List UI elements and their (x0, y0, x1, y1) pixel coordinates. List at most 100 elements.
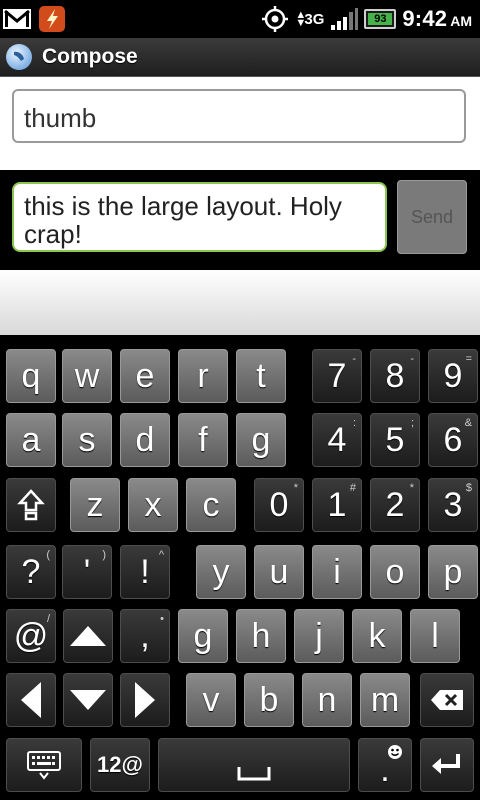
key-label: s (78, 420, 96, 459)
key-row5-6[interactable]: l (410, 609, 460, 663)
key-row5-5[interactable]: k (352, 609, 402, 663)
key-row4-0[interactable]: ?( (6, 545, 56, 599)
signal-icon (330, 7, 359, 31)
key-row4-7[interactable]: p (428, 545, 478, 599)
arrow-right-icon (132, 680, 158, 720)
keyboard-settings-key[interactable] (6, 738, 82, 792)
key-row3-1[interactable]: x (128, 478, 178, 532)
key-label: b (259, 680, 279, 719)
key-label: i (333, 552, 341, 591)
key-label: 0 (269, 485, 289, 524)
key-label: m (370, 680, 400, 719)
key-label: t (256, 356, 266, 395)
symbols-mode-key[interactable]: 12@ (90, 738, 150, 792)
arrow-down-key[interactable] (63, 673, 113, 727)
app-logo-icon (6, 44, 32, 70)
key-label: x (144, 485, 162, 524)
key-row4-5[interactable]: i (312, 545, 362, 599)
key-row3-3[interactable]: 0 * (254, 478, 304, 532)
space-icon (236, 745, 272, 785)
gps-icon (261, 5, 289, 33)
key-label: g (251, 420, 271, 459)
message-input[interactable]: this is the large layout. Holy crap! (12, 182, 387, 252)
key-row2-5[interactable]: 4: (312, 413, 362, 467)
keyboard-icon (26, 750, 62, 780)
key-row2-0[interactable]: a (6, 413, 56, 467)
key-row1-6[interactable]: 8- (370, 349, 420, 403)
key-row3-2[interactable]: c (186, 478, 236, 532)
key-row3-4[interactable]: 1 # (312, 478, 362, 532)
network-type: 3G (304, 10, 325, 28)
arrow-down-icon (68, 687, 108, 713)
key-row2-2[interactable]: d (120, 413, 170, 467)
key-label: u (269, 552, 289, 591)
key-label: y (212, 552, 230, 591)
key-alt-label: / (46, 613, 50, 625)
key-row3-6[interactable]: 3 $ (428, 478, 478, 532)
message-list-area (0, 270, 480, 335)
key-row2-3[interactable]: f (178, 413, 228, 467)
key-row1-7[interactable]: 9 = (428, 349, 478, 403)
key-alt-label: * (409, 482, 414, 494)
key-row1-4[interactable]: t (236, 349, 286, 403)
key-row2-7[interactable]: 6 & (428, 413, 478, 467)
backspace-icon (429, 688, 465, 712)
key-row6-1[interactable]: b (244, 673, 294, 727)
key-row1-0[interactable]: q (6, 349, 56, 403)
key-row4-4[interactable]: u (254, 545, 304, 599)
key-row6-2[interactable]: n (302, 673, 352, 727)
key-row2-1[interactable]: s (62, 413, 112, 467)
key-row3-5[interactable]: 2 * (370, 478, 420, 532)
key-label: ? (21, 552, 41, 591)
battery-icon: 93 (364, 9, 397, 29)
key-row5-0[interactable]: @ / (6, 609, 56, 663)
key-row4-3[interactable]: y (196, 545, 246, 599)
arrow-left-key[interactable] (6, 673, 56, 727)
key-label: p (443, 552, 463, 591)
period-key[interactable]: . (358, 738, 412, 792)
key-row5-1[interactable]: , • (120, 609, 170, 663)
enter-icon (430, 751, 464, 779)
key-row2-6[interactable]: 5; (370, 413, 420, 467)
key-label: 2 (385, 485, 405, 524)
key-label: 4 (327, 420, 347, 459)
battery-level: 93 (374, 13, 387, 25)
key-row4-6[interactable]: o (370, 545, 420, 599)
send-button[interactable]: Send (397, 180, 467, 254)
key-alt-label: & (464, 417, 472, 429)
key-row6-0[interactable]: v (186, 673, 236, 727)
key-alt-label: * (293, 482, 298, 494)
key-alt-label: ^ (158, 549, 164, 561)
space-key[interactable] (158, 738, 350, 792)
key-row5-2[interactable]: g (178, 609, 228, 663)
key-alt-label: : (352, 417, 356, 429)
key-label: e (135, 356, 155, 395)
key-row3-0[interactable]: z (70, 478, 120, 532)
key-row1-3[interactable]: r (178, 349, 228, 403)
key-label: 5 (385, 420, 405, 459)
arrow-right-key[interactable] (120, 673, 170, 727)
backspace-key[interactable] (420, 673, 474, 727)
key-label: h (251, 616, 271, 655)
key-row4-2[interactable]: ! ^ (120, 545, 170, 599)
enter-key[interactable] (420, 738, 474, 792)
key-row6-3[interactable]: m (360, 673, 410, 727)
key-row1-5[interactable]: 7- (312, 349, 362, 403)
key-row1-2[interactable]: e (120, 349, 170, 403)
key-row1-1[interactable]: w (62, 349, 112, 403)
key-label: , (140, 616, 150, 655)
data-arrows-icon: ▲ ▼ (295, 9, 307, 29)
key-alt-label: ) (102, 549, 106, 561)
arrow-up-key[interactable] (63, 609, 113, 663)
key-label: a (21, 420, 41, 459)
recipient-input[interactable]: thumb (12, 89, 466, 143)
key-label: 9 (443, 356, 463, 395)
shift-key[interactable] (6, 478, 56, 532)
key-alt-label: = (465, 353, 472, 365)
data-connection: ▲ ▼ 3G (295, 9, 325, 29)
key-row4-1[interactable]: ') (62, 545, 112, 599)
key-row5-4[interactable]: j (294, 609, 344, 663)
key-label: ! (140, 552, 150, 591)
key-row2-4[interactable]: g (236, 413, 286, 467)
key-row5-3[interactable]: h (236, 609, 286, 663)
